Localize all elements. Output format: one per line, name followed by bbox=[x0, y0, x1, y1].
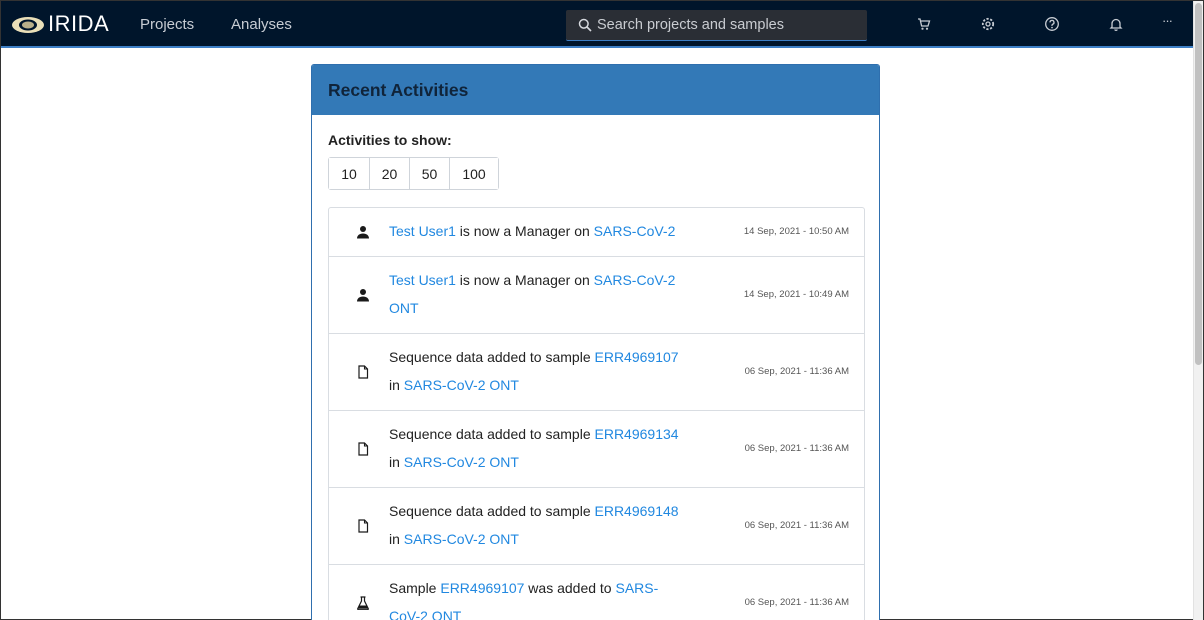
list-item: Test User1 is now a Manager on SARS-CoV-… bbox=[329, 257, 864, 334]
list-item: Sequence data added to sample ERR4969107… bbox=[329, 334, 864, 411]
activity-message: Sequence data added to sample bbox=[389, 503, 595, 519]
file-icon bbox=[358, 519, 369, 533]
activity-message: in bbox=[389, 377, 404, 393]
search-input[interactable] bbox=[597, 17, 857, 33]
activity-message: Sample bbox=[389, 580, 441, 596]
activity-message: Sequence data added to sample bbox=[389, 426, 595, 442]
activity-text: Sequence data added to sample ERR4969148… bbox=[389, 497, 689, 553]
activity-text: Sample ERR4969107 was added to SARS-CoV-… bbox=[389, 574, 689, 620]
page-size-50-button[interactable]: 50 bbox=[410, 158, 450, 189]
activity-text: Sequence data added to sample ERR4969107… bbox=[389, 343, 689, 399]
activity-text: Test User1 is now a Manager on SARS-CoV-… bbox=[389, 217, 689, 245]
activity-timestamp: 14 Sep, 2021 - 10:49 AM bbox=[743, 289, 849, 300]
activity-message: in bbox=[389, 454, 404, 470]
activity-message: in bbox=[389, 531, 404, 547]
sample-link[interactable]: ERR4969148 bbox=[595, 503, 679, 519]
activity-timestamp: 06 Sep, 2021 - 11:36 AM bbox=[744, 597, 849, 608]
scrollbar[interactable] bbox=[1193, 1, 1203, 620]
activity-timestamp: 06 Sep, 2021 - 11:36 AM bbox=[744, 366, 849, 377]
user-link[interactable]: Test User1 bbox=[389, 272, 456, 288]
page-size-100-button[interactable]: 100 bbox=[450, 158, 498, 189]
card-header: Recent Activities bbox=[312, 65, 879, 115]
list-item: Sequence data added to sample ERR4969148… bbox=[329, 488, 864, 565]
project-link[interactable]: SARS-CoV-2 ONT bbox=[404, 531, 519, 547]
user-icon bbox=[357, 289, 369, 302]
activity-timestamp: 06 Sep, 2021 - 11:36 AM bbox=[744, 520, 849, 531]
list-item: Test User1 is now a Manager on SARS-CoV-… bbox=[329, 208, 864, 257]
file-icon bbox=[358, 365, 369, 379]
page-size-10-button[interactable]: 10 bbox=[329, 158, 370, 189]
activity-timestamp: 06 Sep, 2021 - 11:36 AM bbox=[744, 443, 849, 454]
sample-link[interactable]: ERR4969134 bbox=[595, 426, 679, 442]
page-size-selector: 10 20 50 100 bbox=[328, 157, 499, 190]
recent-activities-card: Recent Activities Activities to show: 10… bbox=[311, 64, 880, 620]
help-icon[interactable] bbox=[1044, 16, 1060, 32]
activity-message: is now a Manager on bbox=[455, 272, 594, 288]
irida-logo-icon bbox=[12, 16, 44, 33]
project-link[interactable]: SARS-CoV-2 bbox=[594, 223, 676, 239]
sample-link[interactable]: ERR4969107 bbox=[595, 349, 679, 365]
page-size-20-button[interactable]: 20 bbox=[370, 158, 410, 189]
bell-icon[interactable] bbox=[1108, 16, 1124, 32]
flask-icon bbox=[357, 596, 369, 610]
project-link[interactable]: SARS-CoV-2 ONT bbox=[404, 377, 519, 393]
activity-message: Sequence data added to sample bbox=[389, 349, 595, 365]
project-link[interactable]: SARS-CoV-2 ONT bbox=[404, 454, 519, 470]
user-icon bbox=[357, 226, 369, 239]
file-icon bbox=[358, 442, 369, 456]
user-link[interactable]: Test User1 bbox=[389, 223, 456, 239]
search-box[interactable] bbox=[566, 10, 867, 41]
list-item: Sample ERR4969107 was added to SARS-CoV-… bbox=[329, 565, 864, 620]
activity-timestamp: 14 Sep, 2021 - 10:50 AM bbox=[743, 226, 849, 237]
nav-projects[interactable]: Projects bbox=[140, 16, 194, 33]
activity-text: Test User1 is now a Manager on SARS-CoV-… bbox=[389, 266, 679, 322]
activity-message: was added to bbox=[524, 580, 616, 596]
activity-message: is now a Manager on bbox=[455, 223, 594, 239]
app-name: IRIDA bbox=[48, 10, 110, 36]
activities-to-show-label: Activities to show: bbox=[328, 132, 452, 148]
logo[interactable]: IRIDA bbox=[11, 0, 109, 47]
cart-icon[interactable] bbox=[916, 16, 932, 32]
nav-analyses[interactable]: Analyses bbox=[231, 16, 292, 33]
more-menu-button[interactable]: ··· bbox=[1162, 13, 1173, 28]
list-item: Sequence data added to sample ERR4969134… bbox=[329, 411, 864, 488]
top-navbar: IRIDA Projects Analyses ··· bbox=[1, 1, 1194, 48]
sample-link[interactable]: ERR4969107 bbox=[440, 580, 524, 596]
card-title: Recent Activities bbox=[328, 79, 469, 100]
activity-list: Test User1 is now a Manager on SARS-CoV-… bbox=[328, 207, 865, 620]
gear-icon[interactable] bbox=[980, 16, 996, 32]
search-icon bbox=[578, 18, 592, 32]
scrollbar-thumb[interactable] bbox=[1195, 3, 1202, 365]
activity-text: Sequence data added to sample ERR4969134… bbox=[389, 420, 689, 476]
